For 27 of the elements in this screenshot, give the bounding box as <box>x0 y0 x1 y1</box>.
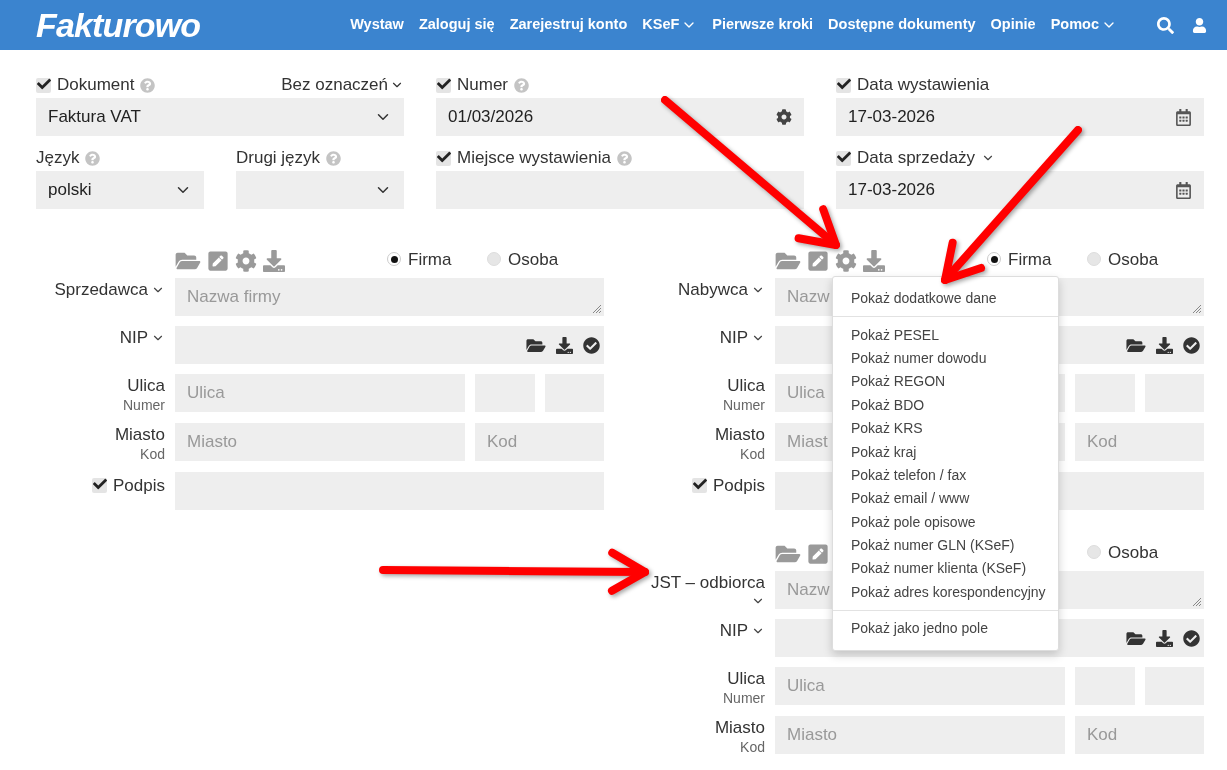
field-label: Dokument <box>57 74 135 97</box>
field-label: Drugi język <box>236 147 321 170</box>
field-label: Język <box>36 147 80 170</box>
field-label: Podpis <box>113 475 165 497</box>
field-sublabel: Numer <box>123 397 165 413</box>
field-label: JST – odbiorca <box>650 572 765 594</box>
field-label: NIP <box>719 620 748 642</box>
field-label: Podpis <box>713 475 765 497</box>
field-label: Miejsce wystawienia <box>457 147 611 170</box>
field-label: NIP <box>119 327 148 349</box>
field-sublabel: Kod <box>140 446 165 462</box>
field-label: Nabywca <box>678 279 748 301</box>
field-sublabel: Kod <box>740 739 765 755</box>
field-label: Miasto <box>714 717 765 739</box>
field-label: Numer <box>457 74 508 97</box>
field-label: Ulica <box>727 668 765 690</box>
field-sublabel: Kod <box>740 446 765 462</box>
field-label: Ulica <box>127 375 165 397</box>
field-label: NIP <box>719 327 748 349</box>
field-label: Ulica <box>727 375 765 397</box>
field-label: Miasto <box>714 424 765 446</box>
field-label: Data wystawienia <box>857 74 990 97</box>
field-label: Data sprzedaży <box>857 147 976 170</box>
field-sublabel: Numer <box>723 397 765 413</box>
field-label: Sprzedawca <box>54 279 148 301</box>
field-label: Miasto <box>114 424 165 446</box>
field-sublabel: Numer <box>723 690 765 706</box>
